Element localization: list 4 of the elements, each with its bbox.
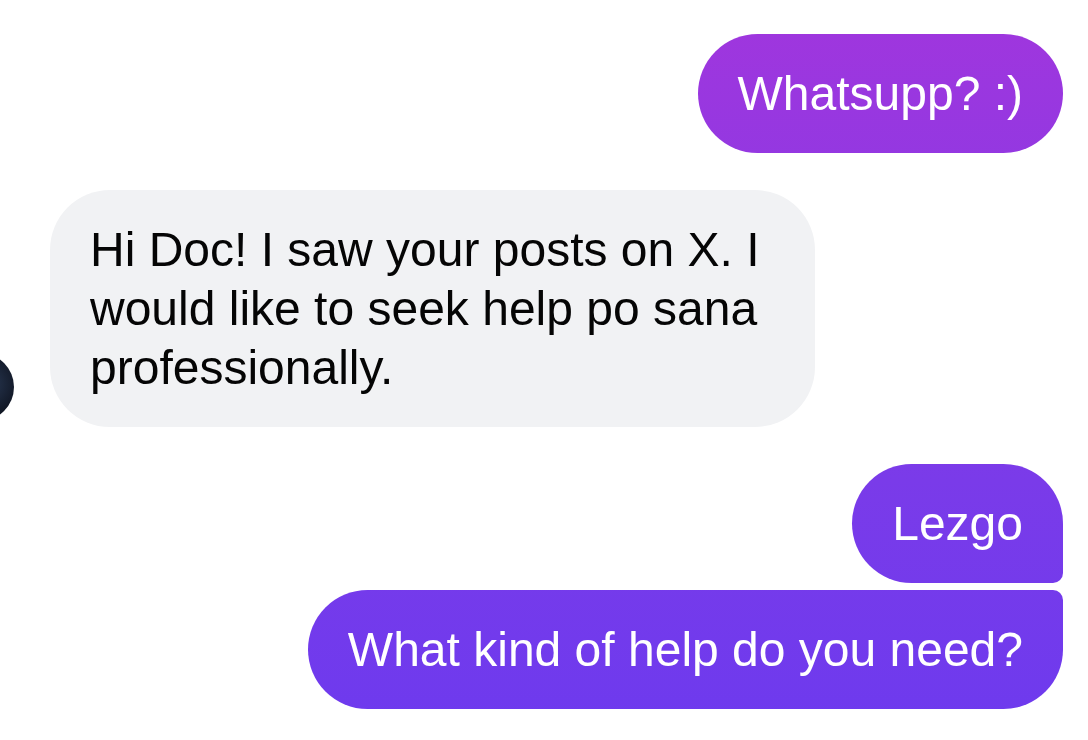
sent-message-bubble: Lezgo [852, 464, 1063, 583]
sent-message-bubble: Whatsupp? :) [697, 34, 1063, 153]
received-message-bubble: Hi Doc! I saw your posts on X. I would like to seek help po sana professionally. [50, 190, 815, 427]
sent-message-bubble: What kind of help do you need? [307, 590, 1063, 709]
